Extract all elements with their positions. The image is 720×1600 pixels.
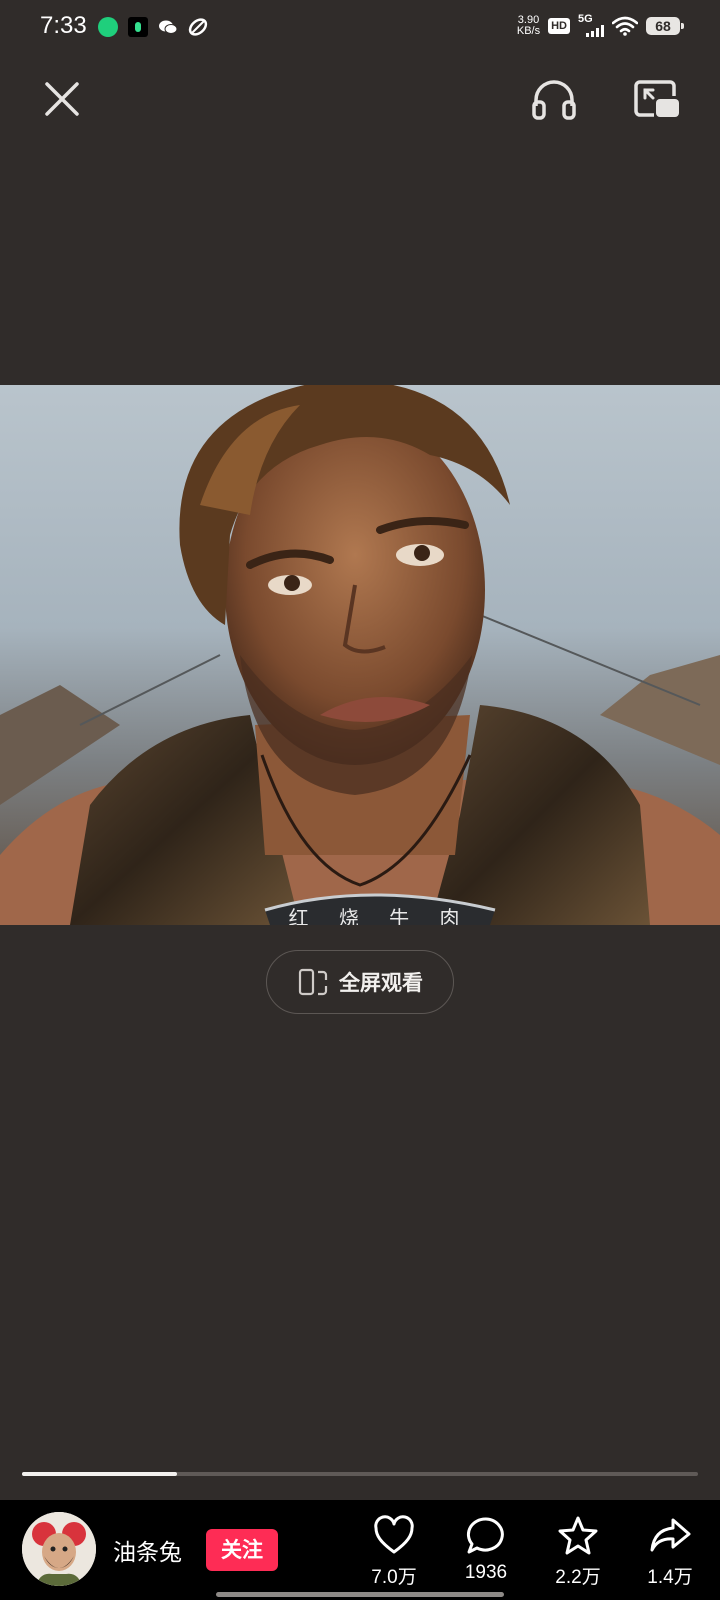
share-icon — [650, 1518, 691, 1552]
favorite-action[interactable]: 2.2万 — [538, 1514, 618, 1589]
home-indicator[interactable] — [216, 1592, 504, 1597]
heart-icon — [374, 1515, 414, 1554]
picture-in-picture-button[interactable] — [632, 76, 682, 124]
favorite-count: 2.2万 — [555, 1567, 601, 1588]
battery-indicator: 68 — [646, 16, 684, 35]
share-count: 1.4万 — [647, 1567, 693, 1588]
author-name[interactable]: 油条兔 — [113, 1533, 182, 1567]
like-count: 7.0万 — [371, 1567, 417, 1588]
bowl-caption: 红 烧 牛 肉 — [288, 906, 471, 925]
picture-in-picture-icon — [634, 80, 679, 117]
comment-icon — [467, 1517, 504, 1554]
close-button[interactable] — [38, 75, 86, 123]
video-progress-bar[interactable] — [22, 1472, 698, 1476]
notification-icons — [98, 17, 208, 37]
music-app-icon — [128, 17, 148, 37]
app-notification-icon — [98, 17, 118, 37]
bottom-action-bar: 油条兔 关注 7.0万 1936 2.2万 1.4万 — [0, 1500, 720, 1600]
listen-mode-button[interactable] — [530, 76, 578, 124]
hd-badge: HD — [548, 17, 570, 34]
comment-count: 1936 — [464, 1562, 508, 1583]
wifi-icon — [612, 16, 638, 36]
follow-button[interactable]: 关注 — [206, 1529, 278, 1571]
video-frame-image: 红 烧 牛 肉 — [0, 385, 720, 925]
author-avatar[interactable] — [22, 1512, 96, 1586]
system-status: 3.90 KB/s HD 5G 68 — [516, 13, 684, 37]
close-icon — [45, 82, 79, 116]
signal-bars-icon — [586, 25, 604, 37]
network-type: 5G — [578, 13, 593, 25]
cellular-signal: 5G — [578, 14, 604, 37]
progress-fill — [22, 1472, 178, 1476]
wechat-icon — [158, 17, 178, 37]
like-action[interactable]: 7.0万 — [354, 1514, 434, 1589]
rotate-phone-icon — [298, 968, 328, 996]
share-action[interactable]: 1.4万 — [630, 1514, 710, 1589]
star-icon — [558, 1516, 598, 1555]
network-speed: 3.90 KB/s — [516, 13, 541, 37]
video-player[interactable]: 红 烧 牛 肉 — [0, 385, 720, 925]
avatar-image — [22, 1512, 96, 1586]
fullscreen-button[interactable]: 全屏观看 — [266, 950, 454, 1014]
status-time: 7:33 — [40, 12, 87, 39]
headphones-icon — [532, 80, 576, 120]
fullscreen-label: 全屏观看 — [339, 971, 423, 995]
status-bar: 7:33 3.90 KB/s HD 5G 68 — [0, 0, 720, 56]
leaf-app-icon — [188, 17, 208, 37]
comment-action[interactable]: 1936 — [446, 1514, 526, 1584]
